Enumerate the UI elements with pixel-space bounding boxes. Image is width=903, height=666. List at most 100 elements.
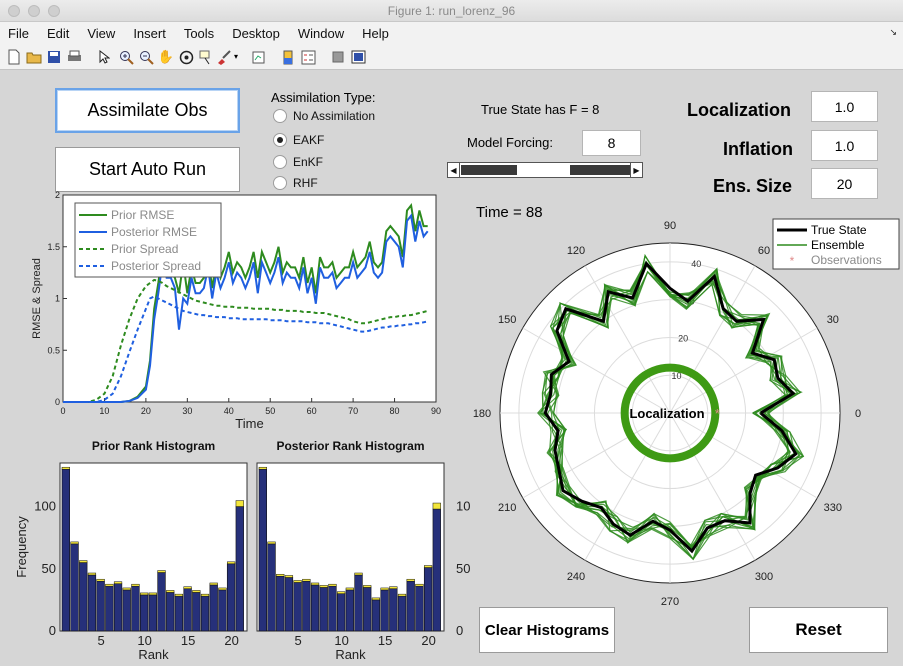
angle-tick-label: 210 xyxy=(498,502,516,514)
histogram-bar-increment xyxy=(61,466,70,470)
histogram-bar xyxy=(70,543,79,632)
radio-rhf[interactable]: RHF xyxy=(273,176,318,190)
angle-tick-label: 240 xyxy=(567,571,585,583)
y-tick-label: 0 xyxy=(55,397,60,407)
angle-tick-label: 300 xyxy=(755,571,773,583)
slider-left-arrow-icon[interactable]: ◀ xyxy=(448,163,460,177)
x-tick-label: 15 xyxy=(378,633,392,648)
x-axis-label: Rank xyxy=(335,647,366,662)
radio-no-assimilation[interactable]: No Assimilation xyxy=(273,109,375,123)
open-file-icon[interactable] xyxy=(26,49,42,65)
histogram-bar-increment xyxy=(371,597,381,601)
histogram-bar-increment xyxy=(337,591,346,594)
menu-file[interactable]: File xyxy=(0,26,38,41)
angle-tick-label: 330 xyxy=(824,502,842,514)
radius-tick-label: 20 xyxy=(678,334,688,344)
ens-size-input[interactable]: 20 xyxy=(811,168,878,199)
histogram-bar-increment xyxy=(363,585,372,588)
radio-eakf[interactable]: EAKF xyxy=(273,133,324,147)
legend-icon[interactable] xyxy=(300,49,316,65)
x-tick-label: 15 xyxy=(181,633,195,648)
histogram-bar xyxy=(226,563,236,632)
histogram-bar xyxy=(192,592,201,632)
x-tick-label: 20 xyxy=(141,406,151,416)
y-tick-label: 1 xyxy=(55,294,60,304)
rank-histograms-chart: Prior Rank Histogram5 10 15 20050100Frequen… xyxy=(14,439,470,662)
radio-label: RHF xyxy=(293,176,318,190)
histogram-bar xyxy=(302,580,311,632)
histogram-bar-increment xyxy=(267,541,276,545)
legend-label: Ensemble xyxy=(811,238,865,252)
reset-button[interactable]: Reset xyxy=(749,607,888,653)
radio-enkf[interactable]: EnKF xyxy=(273,155,323,169)
angle-tick-label: 150 xyxy=(498,314,516,326)
y-tick-label: 50 xyxy=(42,561,56,576)
histogram-bar xyxy=(336,593,346,632)
rotate-3d-icon[interactable] xyxy=(178,49,194,65)
menu-edit[interactable]: Edit xyxy=(38,26,78,41)
histogram-bar-increment xyxy=(258,466,267,470)
x-tick-label: 20 xyxy=(224,633,238,648)
pointer-icon[interactable] xyxy=(96,49,112,65)
brush-dropdown-icon[interactable]: ▾ xyxy=(232,49,240,65)
brush-icon[interactable] xyxy=(216,49,232,65)
link-plot-icon[interactable] xyxy=(250,49,266,65)
histogram-bar-increment xyxy=(131,583,140,587)
histogram-bar-increment xyxy=(218,587,227,591)
save-icon[interactable] xyxy=(46,49,62,65)
colorbar-icon[interactable] xyxy=(280,49,296,65)
pan-hand-icon[interactable]: ✋ xyxy=(158,49,174,65)
histogram-bar xyxy=(218,589,227,632)
model-forcing-input[interactable]: 8 xyxy=(582,130,641,156)
ens-size-label: Ens. Size xyxy=(713,176,793,196)
data-cursor-icon[interactable] xyxy=(198,49,214,65)
menu-desktop[interactable]: Desktop xyxy=(223,26,289,41)
start-auto-run-button[interactable]: Start Auto Run xyxy=(55,147,240,192)
menu-help[interactable]: Help xyxy=(353,26,398,41)
legend-swatch: * xyxy=(790,254,795,268)
model-forcing-slider[interactable]: ◀ ▶ xyxy=(447,162,643,178)
zoom-out-icon[interactable] xyxy=(138,49,154,65)
histogram-bar xyxy=(293,582,302,632)
x-tick-label: 10 xyxy=(334,633,348,648)
histogram-bar xyxy=(258,468,267,632)
hide-plot-tools-icon[interactable] xyxy=(330,49,346,65)
menu-view[interactable]: View xyxy=(78,26,124,41)
histogram-bar-increment xyxy=(389,586,398,589)
histogram-bar xyxy=(363,587,372,632)
zoom-in-icon[interactable] xyxy=(118,49,134,65)
dock-arrow-icon[interactable]: ↘ xyxy=(889,27,897,38)
assimilate-obs-button[interactable]: Assimilate Obs xyxy=(55,88,240,133)
x-axis-label: Time xyxy=(235,416,263,431)
histogram-bar-increment xyxy=(227,561,236,565)
radio-label: EnKF xyxy=(293,155,324,169)
histogram-bar xyxy=(423,567,433,632)
histogram-bar xyxy=(139,594,149,632)
print-icon[interactable] xyxy=(66,49,82,65)
new-figure-icon[interactable] xyxy=(6,49,22,65)
figure-toolbar: ✋ ▾ xyxy=(0,44,903,70)
localization-input[interactable]: 1.0 xyxy=(811,91,878,122)
inflation-input[interactable]: 1.0 xyxy=(811,130,878,161)
clear-histograms-button[interactable]: Clear Histograms xyxy=(479,607,615,653)
menu-tools[interactable]: Tools xyxy=(175,26,223,41)
histogram-bar xyxy=(157,572,166,632)
localization-center-label: Localization xyxy=(629,406,704,421)
y-tick-label: 2 xyxy=(55,190,60,200)
radio-indicator xyxy=(273,109,287,123)
menu-insert[interactable]: Insert xyxy=(124,26,175,41)
x-tick-label: 20 xyxy=(421,633,435,648)
histogram-bar xyxy=(209,584,218,632)
histogram-bar-increment xyxy=(174,593,184,597)
true-state-forcing-text: True State has F = 8 xyxy=(481,102,600,117)
legend-label: Posterior Spread xyxy=(111,259,201,273)
histogram-bar-increment xyxy=(209,582,218,586)
slider-right-arrow-icon[interactable]: ▶ xyxy=(630,163,642,177)
angle-tick-label: 90 xyxy=(664,220,676,232)
show-plot-tools-icon[interactable] xyxy=(350,49,366,65)
menu-window[interactable]: Window xyxy=(289,26,353,41)
histogram-bar-increment xyxy=(284,575,294,578)
histogram-bar xyxy=(105,585,114,632)
radio-indicator xyxy=(273,155,287,169)
histogram-bar xyxy=(354,574,363,632)
